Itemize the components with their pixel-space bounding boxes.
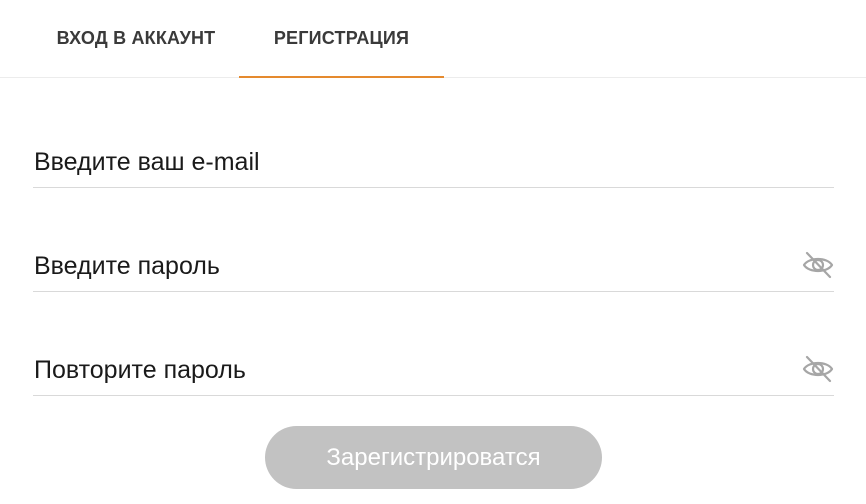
repeat-password-field[interactable] — [34, 347, 794, 393]
tab-login[interactable]: ВХОД В АККАУНТ — [32, 0, 240, 77]
eye-slash-icon[interactable] — [802, 353, 834, 385]
email-field[interactable] — [34, 139, 794, 185]
tab-register[interactable]: РЕГИСТРАЦИЯ — [239, 0, 444, 78]
password-field[interactable] — [34, 243, 794, 289]
auth-tabs: ВХОД В АККАУНТ РЕГИСТРАЦИЯ — [0, 0, 866, 78]
register-button[interactable]: Зарегистрироватся — [265, 426, 602, 489]
eye-slash-icon[interactable] — [802, 249, 834, 281]
password-field-wrapper — [33, 243, 834, 292]
email-field-wrapper — [33, 139, 834, 188]
repeat-password-field-wrapper — [33, 347, 834, 396]
